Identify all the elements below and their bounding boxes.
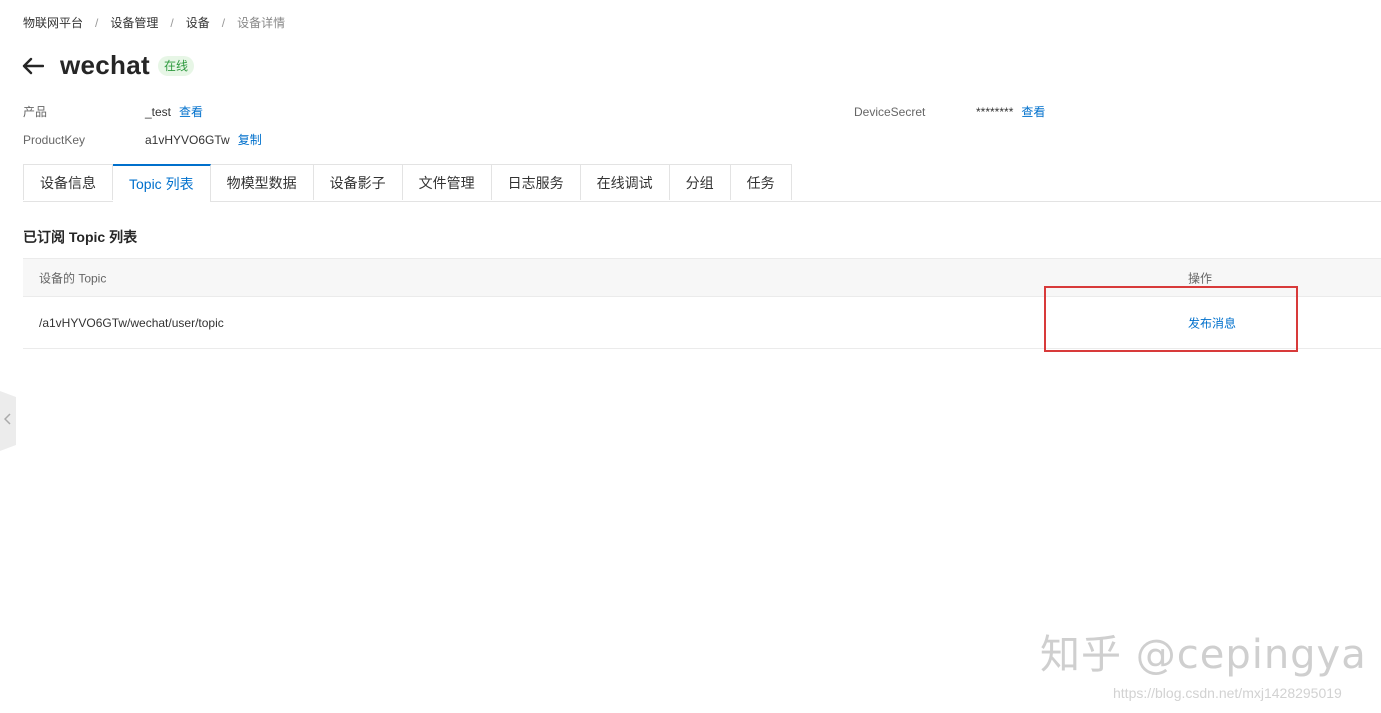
tab-tasks[interactable]: 任务 bbox=[730, 164, 792, 200]
tab-device-shadow[interactable]: 设备影子 bbox=[313, 164, 403, 200]
detail-tabs: 设备信息 Topic 列表 物模型数据 设备影子 文件管理 日志服务 在线调试 … bbox=[23, 164, 1381, 202]
sidebar-collapse-handle[interactable] bbox=[0, 391, 16, 451]
breadcrumb-item-device-management[interactable]: 设备管理 bbox=[110, 14, 158, 31]
column-header-actions: 操作 bbox=[1188, 271, 1213, 285]
watermark-url: https://blog.csdn.net/mxj1428295019 bbox=[1113, 685, 1342, 701]
breadcrumb-item-iot-platform[interactable]: 物联网平台 bbox=[23, 14, 83, 31]
highlight-annotation-box bbox=[1044, 286, 1298, 352]
column-header-topic: 设备的 Topic bbox=[39, 271, 107, 285]
breadcrumb-item-devices[interactable]: 设备 bbox=[186, 14, 210, 31]
tab-thing-model-data[interactable]: 物模型数据 bbox=[210, 164, 314, 200]
breadcrumb: 物联网平台 / 设备管理 / 设备 / 设备详情 bbox=[23, 14, 285, 31]
productkey-copy-link[interactable]: 复制 bbox=[238, 133, 262, 147]
product-view-link[interactable]: 查看 bbox=[179, 105, 203, 119]
devicesecret-info: DeviceSecret ******** 查看 bbox=[854, 103, 1045, 120]
breadcrumb-separator: / bbox=[170, 15, 174, 30]
devicesecret-view-link[interactable]: 查看 bbox=[1021, 105, 1045, 119]
device-name: wechat bbox=[60, 50, 150, 80]
tab-device-info[interactable]: 设备信息 bbox=[23, 164, 113, 200]
devicesecret-value: ******** bbox=[976, 105, 1014, 119]
devicesecret-label: DeviceSecret bbox=[854, 105, 926, 119]
tab-topic-list[interactable]: Topic 列表 bbox=[113, 164, 211, 202]
productkey-value: a1vHYVO6GTw bbox=[145, 133, 230, 147]
product-value: _test bbox=[145, 105, 172, 119]
section-title: 已订阅 Topic 列表 bbox=[23, 229, 138, 245]
tab-online-debug[interactable]: 在线调试 bbox=[580, 164, 670, 200]
product-info: 产品 _test 查看 bbox=[23, 103, 203, 120]
tab-groups[interactable]: 分组 bbox=[669, 164, 731, 200]
topic-cell: /a1vHYVO6GTw/wechat/user/topic bbox=[39, 315, 224, 330]
watermark-text: 知乎 @cepingya bbox=[1040, 632, 1367, 678]
tab-file-management[interactable]: 文件管理 bbox=[402, 164, 492, 200]
breadcrumb-separator: / bbox=[221, 15, 226, 30]
breadcrumb-separator: / bbox=[95, 15, 99, 30]
tab-log-service[interactable]: 日志服务 bbox=[491, 164, 581, 200]
status-badge: 在线 bbox=[157, 55, 194, 76]
chevron-left-icon bbox=[3, 412, 12, 430]
product-label: 产品 bbox=[23, 105, 48, 119]
back-arrow-icon[interactable] bbox=[22, 54, 46, 78]
breadcrumb-current: 设备详情 bbox=[237, 16, 286, 30]
device-title-row: wechat 在线 bbox=[22, 50, 194, 81]
productkey-label: ProductKey bbox=[23, 133, 86, 147]
productkey-info: ProductKey a1vHYVO6GTw 复制 bbox=[23, 131, 262, 148]
